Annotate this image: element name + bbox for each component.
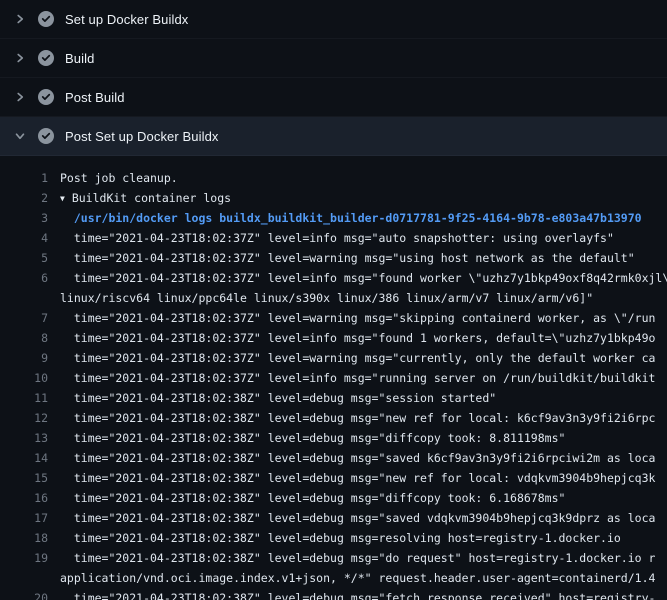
line-number[interactable]: 11: [0, 388, 48, 408]
step-header-post-build[interactable]: Post Build: [0, 78, 667, 117]
line-number[interactable]: 2: [0, 188, 48, 208]
log-line-continuation: application/vnd.oci.image.index.v1+json,…: [0, 568, 667, 588]
line-number[interactable]: 17: [0, 508, 48, 528]
line-number[interactable]: 16: [0, 488, 48, 508]
command-text: /usr/bin/docker logs buildx_buildkit_bui…: [60, 211, 642, 225]
check-circle-icon: [38, 89, 54, 105]
log-text: time="2021-04-23T18:02:37Z" level=info m…: [60, 331, 655, 345]
log-text: time="2021-04-23T18:02:38Z" level=debug …: [60, 451, 655, 465]
log-line: 7 time="2021-04-23T18:02:37Z" level=warn…: [0, 308, 667, 328]
log-text: time="2021-04-23T18:02:37Z" level=warnin…: [60, 311, 655, 325]
chevron-down-icon[interactable]: [12, 128, 28, 144]
log-text: time="2021-04-23T18:02:37Z" level=warnin…: [60, 351, 655, 365]
line-number[interactable]: 8: [0, 328, 48, 348]
log-line: 19 time="2021-04-23T18:02:38Z" level=deb…: [0, 548, 667, 568]
log-text: time="2021-04-23T18:02:38Z" level=debug …: [60, 551, 655, 565]
log-text: time="2021-04-23T18:02:37Z" level=info m…: [60, 231, 614, 245]
log-line: 6 time="2021-04-23T18:02:37Z" level=info…: [0, 268, 667, 288]
log-line: 18 time="2021-04-23T18:02:38Z" level=deb…: [0, 528, 667, 548]
line-number[interactable]: 6: [0, 268, 48, 288]
check-circle-icon: [38, 128, 54, 144]
check-circle-icon: [38, 11, 54, 27]
step-title: Set up Docker Buildx: [65, 12, 188, 27]
step-title: Post Build: [65, 90, 125, 105]
line-number[interactable]: 4: [0, 228, 48, 248]
step-title: Build: [65, 51, 94, 66]
log-line: 15 time="2021-04-23T18:02:38Z" level=deb…: [0, 468, 667, 488]
log-line: 13 time="2021-04-23T18:02:38Z" level=deb…: [0, 428, 667, 448]
step-header-post-set-up-docker-buildx[interactable]: Post Set up Docker Buildx: [0, 117, 667, 156]
log-line: 14 time="2021-04-23T18:02:38Z" level=deb…: [0, 448, 667, 468]
log-text: time="2021-04-23T18:02:37Z" level=info m…: [60, 271, 667, 285]
log-text: time="2021-04-23T18:02:38Z" level=debug …: [60, 411, 655, 425]
log-text: time="2021-04-23T18:02:38Z" level=debug …: [60, 431, 565, 445]
log-line: 10 time="2021-04-23T18:02:37Z" level=inf…: [0, 368, 667, 388]
log-line: 3 /usr/bin/docker logs buildx_buildkit_b…: [0, 208, 667, 228]
log-line: 8 time="2021-04-23T18:02:37Z" level=info…: [0, 328, 667, 348]
log-line: 17 time="2021-04-23T18:02:38Z" level=deb…: [0, 508, 667, 528]
log-text: time="2021-04-23T18:02:38Z" level=debug …: [60, 491, 565, 505]
log-text: time="2021-04-23T18:02:37Z" level=warnin…: [60, 251, 635, 265]
line-number[interactable]: 20: [0, 588, 48, 600]
log-viewer: 1 Post job cleanup. 2 ▼BuildKit container l…: [0, 156, 667, 600]
step-header-build[interactable]: Build: [0, 39, 667, 78]
log-line: 5 time="2021-04-23T18:02:37Z" level=warn…: [0, 248, 667, 268]
step-title: Post Set up Docker Buildx: [65, 129, 219, 144]
log-line: 11 time="2021-04-23T18:02:38Z" level=deb…: [0, 388, 667, 408]
line-number[interactable]: 7: [0, 308, 48, 328]
line-number[interactable]: 18: [0, 528, 48, 548]
line-number[interactable]: 12: [0, 408, 48, 428]
line-number[interactable]: 9: [0, 348, 48, 368]
line-number[interactable]: 13: [0, 428, 48, 448]
chevron-right-icon[interactable]: [12, 50, 28, 66]
log-line: 2 ▼BuildKit container logs: [0, 188, 667, 208]
log-text: Post job cleanup.: [60, 171, 178, 185]
line-number[interactable]: 10: [0, 368, 48, 388]
log-text: time="2021-04-23T18:02:38Z" level=debug …: [60, 511, 655, 525]
chevron-right-icon[interactable]: [12, 89, 28, 105]
log-text: time="2021-04-23T18:02:38Z" level=debug …: [60, 531, 621, 545]
log-line: 4 time="2021-04-23T18:02:37Z" level=info…: [0, 228, 667, 248]
steps-list: Set up Docker Buildx Build Post Build Post …: [0, 0, 667, 156]
log-text: time="2021-04-23T18:02:38Z" level=debug …: [60, 591, 655, 600]
log-line: 9 time="2021-04-23T18:02:37Z" level=warn…: [0, 348, 667, 368]
log-group-label: ▼BuildKit container logs: [60, 191, 231, 205]
log-line: 12 time="2021-04-23T18:02:38Z" level=deb…: [0, 408, 667, 428]
disclosure-triangle-icon[interactable]: ▼: [60, 189, 65, 209]
chevron-right-icon[interactable]: [12, 11, 28, 27]
log-text: application/vnd.oci.image.index.v1+json,…: [60, 571, 655, 585]
line-number[interactable]: 14: [0, 448, 48, 468]
line-number[interactable]: 3: [0, 208, 48, 228]
log-text: time="2021-04-23T18:02:37Z" level=info m…: [60, 371, 655, 385]
log-text: time="2021-04-23T18:02:38Z" level=debug …: [60, 471, 655, 485]
log-text: time="2021-04-23T18:02:38Z" level=debug …: [60, 391, 496, 405]
log-line: 16 time="2021-04-23T18:02:38Z" level=deb…: [0, 488, 667, 508]
step-header-set-up-docker-buildx[interactable]: Set up Docker Buildx: [0, 0, 667, 39]
log-line: 20 time="2021-04-23T18:02:38Z" level=deb…: [0, 588, 667, 600]
check-circle-icon: [38, 50, 54, 66]
line-number[interactable]: 19: [0, 548, 48, 568]
line-number[interactable]: 1: [0, 168, 48, 188]
line-number[interactable]: 5: [0, 248, 48, 268]
log-line: 1 Post job cleanup.: [0, 168, 667, 188]
line-number[interactable]: 15: [0, 468, 48, 488]
log-line-continuation: linux/riscv64 linux/ppc64le linux/s390x …: [0, 288, 667, 308]
log-text: linux/riscv64 linux/ppc64le linux/s390x …: [60, 291, 593, 305]
